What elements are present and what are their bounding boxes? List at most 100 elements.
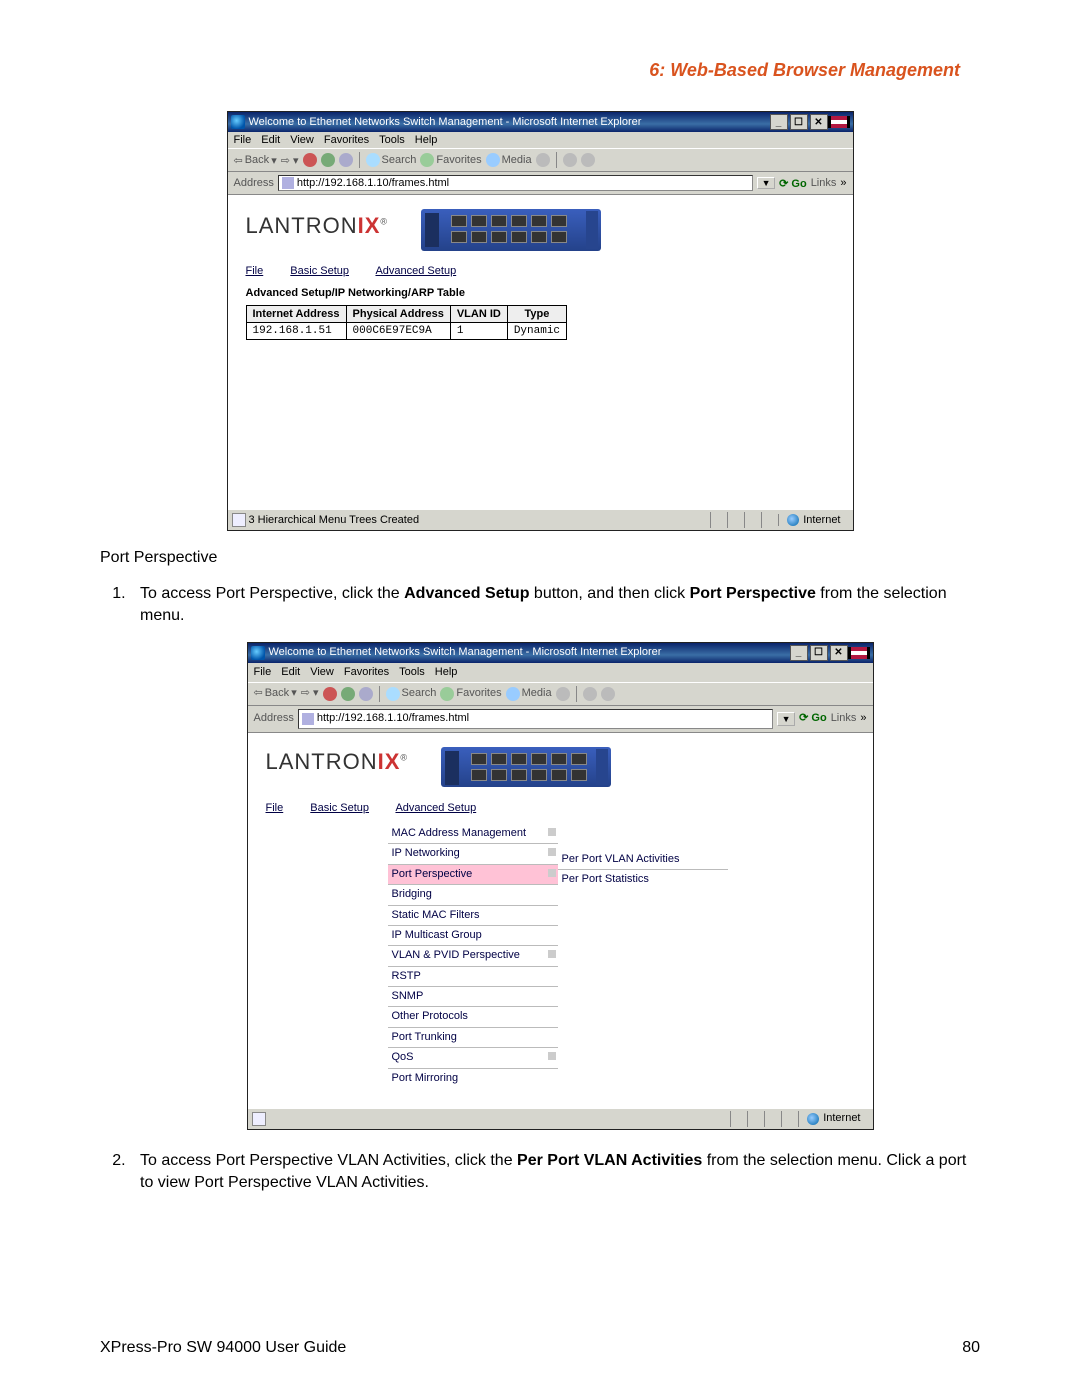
menu-item[interactable]: MAC Address Management (388, 824, 558, 843)
ie-icon (231, 115, 245, 129)
submenu-per-port-vlan[interactable]: Per Port VLAN Activities (558, 850, 728, 869)
menu-item[interactable]: QoS (388, 1047, 558, 1067)
nav-advanced-setup[interactable]: Advanced Setup (375, 265, 456, 277)
print-icon[interactable] (581, 153, 595, 167)
menu-view[interactable]: View (310, 665, 334, 680)
go-button[interactable]: ⟳ Go (779, 177, 807, 190)
chapter-title: 6: Web-Based Browser Management (100, 60, 980, 81)
back-button[interactable]: ⇦ Back ▾ (234, 154, 277, 167)
status-text: 3 Hierarchical Menu Trees Created (249, 514, 420, 526)
favorites-button[interactable]: Favorites (440, 686, 501, 701)
links-label[interactable]: Links (811, 177, 837, 189)
print-icon[interactable] (601, 687, 615, 701)
nav-advanced-setup[interactable]: Advanced Setup (395, 802, 476, 814)
menu-favorites[interactable]: Favorites (344, 665, 389, 680)
page-icon (302, 713, 314, 725)
status-bar: 3 Hierarchical Menu Trees Created Intern… (228, 509, 853, 530)
menu-item[interactable]: RSTP (388, 966, 558, 986)
menu-item[interactable]: Port Trunking (388, 1027, 558, 1047)
home-icon[interactable] (359, 687, 373, 701)
menu-favorites[interactable]: Favorites (324, 134, 369, 146)
media-button[interactable]: Media (486, 153, 532, 167)
nav-file[interactable]: File (246, 265, 264, 277)
go-button[interactable]: ⟳ Go (799, 711, 827, 726)
window-title: Welcome to Ethernet Networks Switch Mana… (269, 645, 788, 660)
minimize-button[interactable]: _ (790, 645, 808, 661)
address-bar: Address http://192.168.1.10/frames.html … (248, 706, 873, 732)
col-vlan-id: VLAN ID (450, 306, 507, 323)
menu-edit[interactable]: Edit (261, 134, 280, 146)
nav-basic-setup[interactable]: Basic Setup (290, 265, 349, 277)
toolbar: ⇦ Back ▾ ⇨ ▾ Search Favorites Media (248, 682, 873, 706)
menu-view[interactable]: View (290, 134, 314, 146)
ie-throbber (848, 647, 870, 659)
menu-tools[interactable]: Tools (379, 134, 405, 146)
stop-icon[interactable] (303, 153, 317, 167)
step-1: To access Port Perspective, click the Ad… (130, 583, 980, 1130)
status-bar: Internet (248, 1108, 873, 1129)
menu-file[interactable]: File (234, 134, 252, 146)
address-dropdown[interactable]: ▼ (757, 177, 775, 189)
footer-page-number: 80 (962, 1339, 980, 1357)
close-button[interactable]: ✕ (810, 114, 828, 130)
back-button[interactable]: ⇦ Back ▾ (254, 686, 297, 701)
history-icon[interactable] (536, 153, 550, 167)
menu-help[interactable]: Help (435, 665, 458, 680)
refresh-icon[interactable] (341, 687, 355, 701)
address-dropdown[interactable]: ▼ (777, 712, 795, 727)
menu-item[interactable]: Bridging (388, 884, 558, 904)
menu-item[interactable]: Port Mirroring (388, 1068, 558, 1088)
menu-item[interactable]: IP Multicast Group (388, 925, 558, 945)
nav-basic-setup[interactable]: Basic Setup (310, 802, 369, 814)
menu-help[interactable]: Help (415, 134, 438, 146)
menu-item[interactable]: Other Protocols (388, 1006, 558, 1026)
search-button[interactable]: Search (386, 686, 437, 701)
section-heading: Port Perspective (100, 549, 980, 567)
screenshot-port-perspective-menu: Welcome to Ethernet Networks Switch Mana… (247, 642, 874, 1130)
window-titlebar: Welcome to Ethernet Networks Switch Mana… (228, 112, 853, 132)
menu-item[interactable]: VLAN & PVID Perspective (388, 945, 558, 965)
close-button[interactable]: ✕ (830, 645, 848, 661)
menu-item-port-perspective[interactable]: Port Perspective (388, 864, 558, 884)
address-bar: Address http://192.168.1.10/frames.html … (228, 172, 853, 195)
col-type: Type (507, 306, 566, 323)
refresh-icon[interactable] (321, 153, 335, 167)
links-label[interactable]: Links (831, 711, 857, 726)
globe-icon (807, 1113, 819, 1125)
search-button[interactable]: Search (366, 153, 417, 167)
media-button[interactable]: Media (506, 686, 552, 701)
zone-internet: Internet (778, 514, 848, 526)
cell-type: Dynamic (507, 323, 566, 340)
page-content: LANTRONIX® File Basic Setup Advanced Set… (248, 733, 873, 1108)
nav-file[interactable]: File (266, 802, 284, 814)
menu-tools[interactable]: Tools (399, 665, 425, 680)
toolbar: ⇦ Back ▾ ⇨ ▾ Search Favorites Media (228, 148, 853, 172)
zone-internet: Internet (798, 1111, 868, 1126)
favorites-button[interactable]: Favorites (420, 153, 481, 167)
ie-icon (251, 646, 265, 660)
history-icon[interactable] (556, 687, 570, 701)
col-physical-address: Physical Address (346, 306, 450, 323)
menu-item[interactable]: Static MAC Filters (388, 905, 558, 925)
submenu-per-port-stats[interactable]: Per Port Statistics (558, 869, 728, 889)
forward-button[interactable]: ⇨ ▾ (301, 686, 319, 701)
menu-item[interactable]: IP Networking (388, 843, 558, 863)
maximize-button[interactable]: ☐ (790, 114, 808, 130)
home-icon[interactable] (339, 153, 353, 167)
menu-file[interactable]: File (254, 665, 272, 680)
address-input[interactable]: http://192.168.1.10/frames.html (278, 175, 753, 191)
menu-edit[interactable]: Edit (281, 665, 300, 680)
menu-bar: File Edit View Favorites Tools Help (228, 132, 853, 148)
status-page-icon (252, 1112, 266, 1126)
globe-icon (787, 514, 799, 526)
mail-icon[interactable] (563, 153, 577, 167)
mail-icon[interactable] (583, 687, 597, 701)
menu-item[interactable]: SNMP (388, 986, 558, 1006)
status-page-icon (232, 513, 246, 527)
address-input[interactable]: http://192.168.1.10/frames.html (298, 709, 773, 728)
forward-button[interactable]: ⇨ ▾ (281, 154, 299, 167)
stop-icon[interactable] (323, 687, 337, 701)
minimize-button[interactable]: _ (770, 114, 788, 130)
window-titlebar: Welcome to Ethernet Networks Switch Mana… (248, 643, 873, 663)
maximize-button[interactable]: ☐ (810, 645, 828, 661)
